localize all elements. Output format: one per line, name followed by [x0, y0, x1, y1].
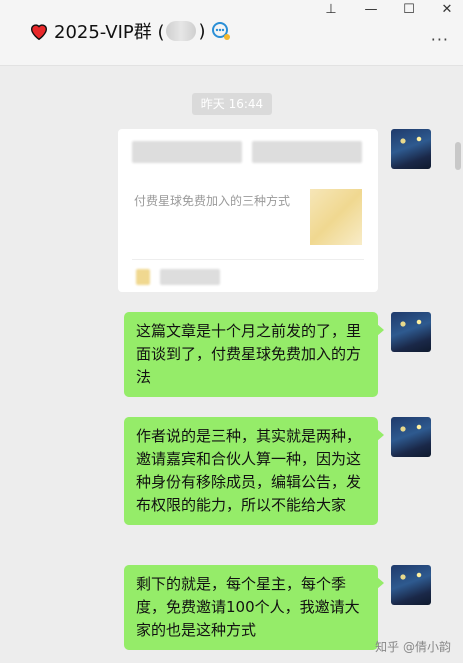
- minimize-button[interactable]: —: [356, 0, 386, 20]
- avatar[interactable]: [391, 417, 431, 457]
- chat-title: 2025-VIP群 ( ): [28, 18, 232, 44]
- watermark: 知乎 @倩小韵: [375, 640, 451, 654]
- message-bubble[interactable]: 剩下的就是，每个星主，每个季度，免费邀请100个人，我邀请大家的也是这种方式: [124, 565, 384, 650]
- chat-title-text: 2025-VIP群 (: [54, 22, 165, 43]
- more-options-button[interactable]: ···: [431, 30, 449, 49]
- blurred-text: [252, 141, 362, 163]
- scrollbar[interactable]: [455, 142, 461, 170]
- card-thumbnail: [310, 189, 362, 245]
- message-bubble[interactable]: 作者说的是三种，其实就是两种，邀请嘉宾和合伙人算一种，因为这种身份有移除成员，编…: [124, 417, 384, 525]
- member-count-blurred: [166, 21, 197, 41]
- heart-icon: [30, 24, 48, 41]
- blurred-source: [160, 269, 220, 285]
- blurred-text: [132, 141, 242, 163]
- maximize-button[interactable]: ☐: [394, 0, 424, 20]
- chat-title-suffix: ): [198, 20, 206, 42]
- divider: [132, 259, 364, 260]
- message-bubble[interactable]: 这篇文章是十个月之前发的了，里面谈到了，付费星球免费加入的方法: [124, 312, 384, 397]
- chat-info-icon[interactable]: [210, 20, 232, 42]
- close-button[interactable]: ✕: [432, 0, 462, 20]
- pin-icon[interactable]: ⊥: [316, 0, 346, 20]
- source-icon: [136, 269, 150, 285]
- shared-article-card[interactable]: 付费星球免费加入的三种方式: [118, 129, 378, 292]
- timestamp: 昨天 16:44: [192, 93, 272, 115]
- avatar[interactable]: [391, 565, 431, 605]
- title-bar: ⊥ — ☐ ✕ 2025-VIP群 ( ) ···: [0, 0, 463, 66]
- avatar[interactable]: [391, 312, 431, 352]
- card-title: 付费星球免费加入的三种方式: [134, 194, 291, 208]
- avatar[interactable]: [391, 129, 431, 169]
- chat-area: 昨天 16:44 付费星球免费加入的三种方式 这篇文章是十个月之前发的了，里面谈…: [0, 67, 463, 663]
